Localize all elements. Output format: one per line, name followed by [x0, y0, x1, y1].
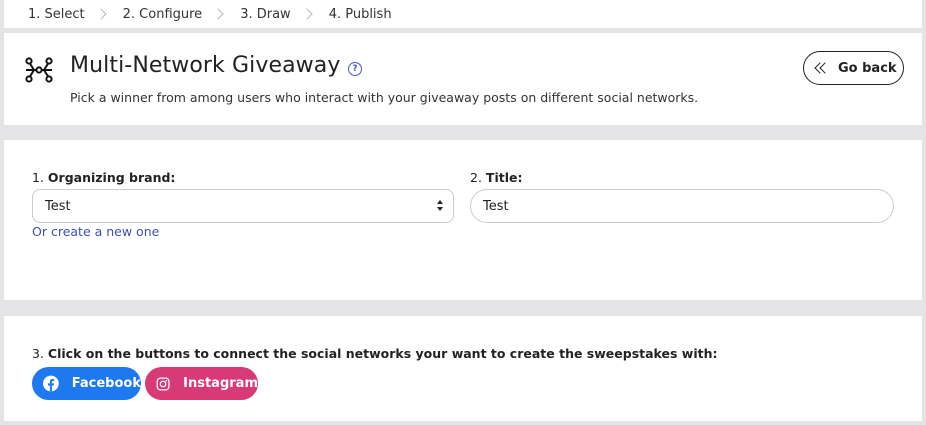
- brand-field-label: 1. Organizing brand:: [32, 170, 175, 185]
- chevron-right-icon: [301, 8, 313, 20]
- header-card: Multi-Network Giveaway ? Pick a winner f…: [4, 33, 922, 125]
- networks-label: 3. Click on the buttons to connect the s…: [32, 346, 718, 361]
- chevron-right-icon: [94, 8, 107, 20]
- instagram-button-label: Instagram: [183, 376, 258, 391]
- step-publish[interactable]: 4. Publish: [329, 7, 392, 22]
- facebook-button-label: Facebook: [71, 376, 141, 391]
- title-input[interactable]: [470, 189, 894, 223]
- facebook-icon: [43, 375, 59, 392]
- brand-field-number: 1.: [32, 170, 44, 185]
- instagram-connect-button[interactable]: Instagram: [145, 367, 258, 400]
- page-title: Multi-Network Giveaway: [70, 53, 341, 78]
- networks-number: 3.: [32, 346, 44, 361]
- help-icon[interactable]: ?: [348, 62, 362, 76]
- instagram-icon: [156, 376, 170, 391]
- go-back-button[interactable]: Go back: [803, 51, 904, 85]
- step-breadcrumb: 1. Select 2. Configure 3. Draw 4. Publis…: [4, 0, 922, 28]
- title-field-label: 2. Title:: [470, 170, 522, 185]
- step-configure-label: 2. Configure: [122, 6, 203, 22]
- brand-select-value: Test: [45, 198, 71, 214]
- form-card: 1. Organizing brand: Test Or create a ne…: [4, 140, 922, 300]
- step-draw-label: 3. Draw: [240, 6, 291, 22]
- select-arrows-icon: [437, 200, 445, 214]
- double-chevron-left-icon: [814, 62, 831, 74]
- create-brand-link[interactable]: Or create a new one: [32, 224, 159, 239]
- step-select-label: 1. Select: [28, 6, 85, 22]
- title-field-text: Title:: [485, 170, 523, 185]
- networks-card: 3. Click on the buttons to connect the s…: [4, 316, 922, 421]
- title-field-number: 2.: [470, 170, 482, 185]
- networks-text: Click on the buttons to connect the soci…: [47, 346, 718, 361]
- brand-select[interactable]: Test: [32, 189, 454, 223]
- brand-field-text: Organizing brand:: [47, 170, 176, 185]
- go-back-label: Go back: [838, 60, 897, 76]
- step-draw[interactable]: 3. Draw: [240, 7, 291, 22]
- hub-network-icon: [25, 57, 53, 83]
- chevron-right-icon: [212, 8, 224, 20]
- step-configure[interactable]: 2. Configure: [123, 7, 203, 22]
- page-subtitle: Pick a winner from among users who inter…: [70, 90, 699, 105]
- facebook-connect-button[interactable]: Facebook: [32, 367, 141, 400]
- step-select[interactable]: 1. Select: [28, 7, 85, 22]
- step-publish-label: 4. Publish: [328, 6, 392, 22]
